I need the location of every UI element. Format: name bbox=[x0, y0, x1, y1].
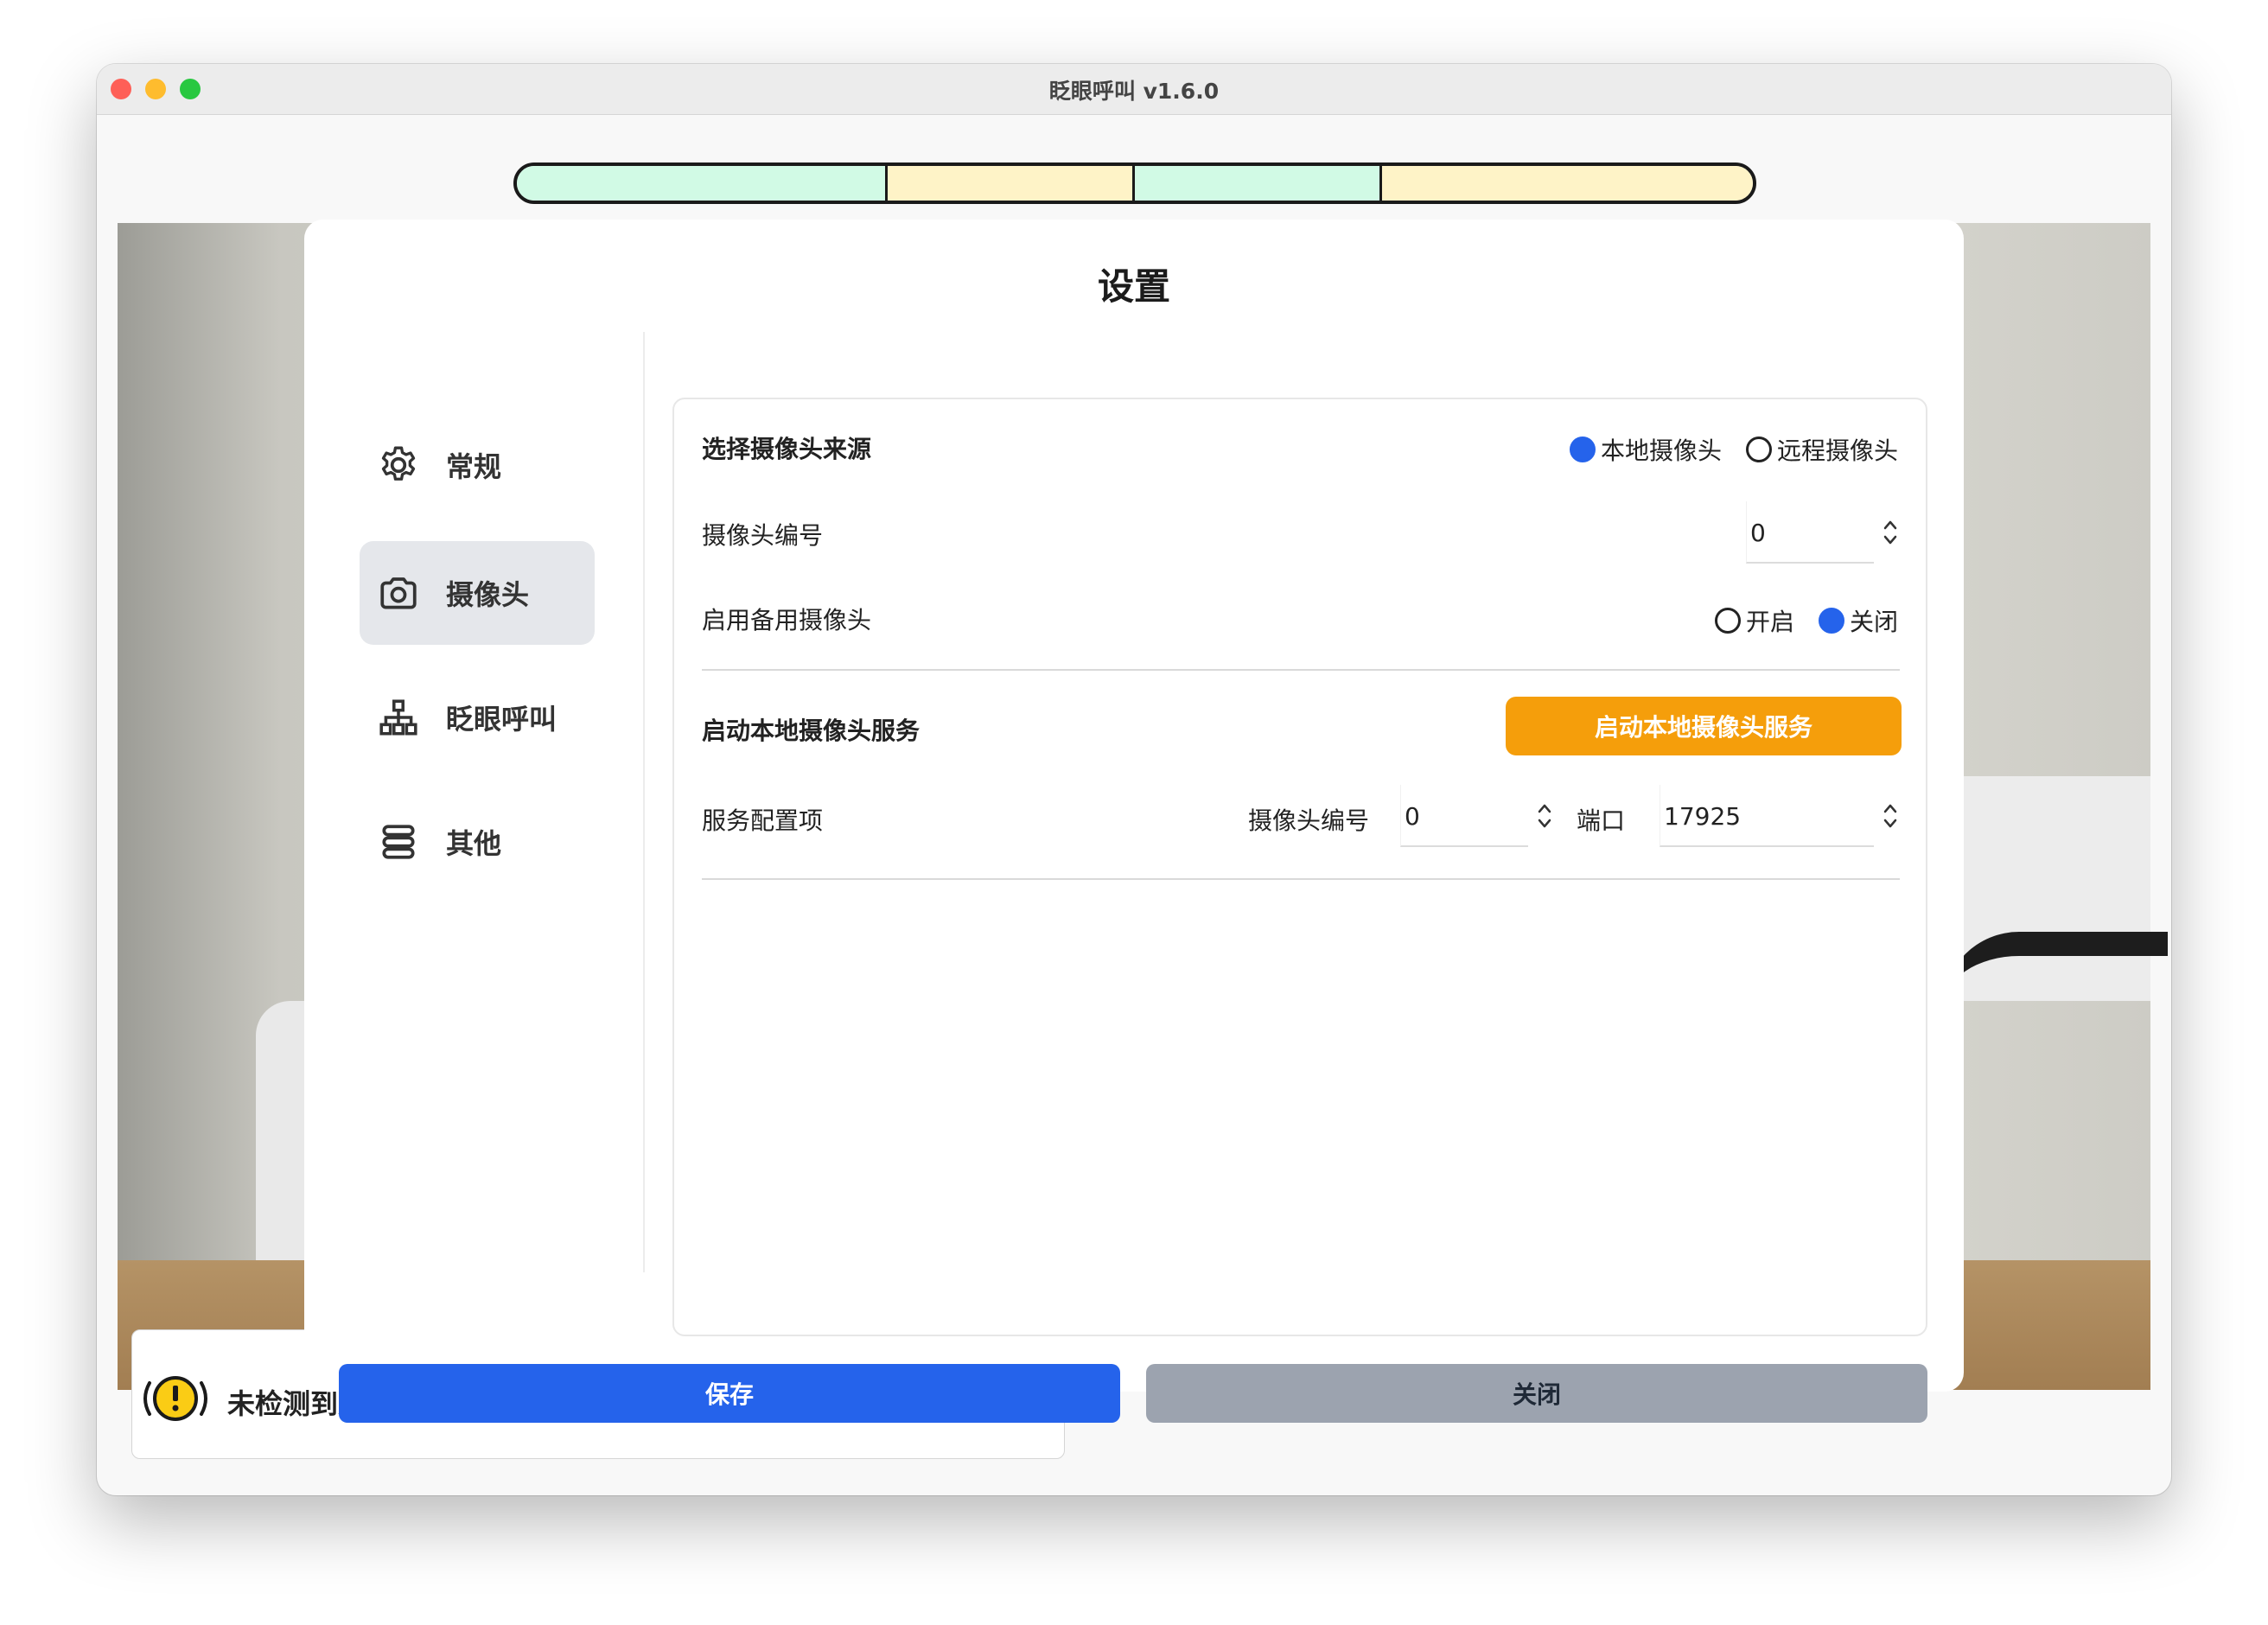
config-camera-index-value: 0 bbox=[1405, 802, 1420, 831]
section-divider bbox=[702, 878, 1900, 880]
start-camera-service-button[interactable]: 启动本地摄像头服务 bbox=[1506, 697, 1902, 755]
close-button[interactable]: 关闭 bbox=[1146, 1364, 1927, 1423]
camera-source-label: 选择摄像头来源 bbox=[702, 435, 872, 463]
backup-camera-label: 启用备用摄像头 bbox=[702, 606, 872, 634]
nav-item-label: 其他 bbox=[446, 827, 502, 860]
nav-item-label: 常规 bbox=[446, 450, 502, 483]
warning-circle-icon bbox=[143, 1376, 207, 1421]
radio-label: 远程摄像头 bbox=[1776, 437, 1898, 465]
config-port-value: 17925 bbox=[1664, 802, 1742, 831]
radio-unchecked-indicator bbox=[1745, 437, 1772, 462]
nav-item-label: 摄像头 bbox=[446, 578, 530, 611]
radio-local-camera[interactable]: 本地摄像头 bbox=[1569, 432, 1722, 467]
title-bar: 眨眼呼叫 v1.6.0 bbox=[97, 64, 2171, 115]
window-title: 眨眼呼叫 v1.6.0 bbox=[1048, 79, 1220, 104]
save-button[interactable]: 保存 bbox=[339, 1364, 1120, 1423]
radio-label: 开启 bbox=[1745, 608, 1794, 636]
gear-icon bbox=[381, 446, 416, 481]
nav-item-other[interactable]: 其他 bbox=[360, 790, 595, 894]
camera-source-radio-group: 本地摄像头 远程摄像头 bbox=[1545, 432, 1898, 467]
progress-segment bbox=[888, 166, 1135, 201]
radio-label: 关闭 bbox=[1849, 608, 1898, 636]
camera-index-label: 摄像头编号 bbox=[702, 521, 824, 550]
config-camera-index-input[interactable]: 0 bbox=[1400, 785, 1528, 847]
radio-unchecked-indicator bbox=[1714, 608, 1741, 634]
hierarchy-icon bbox=[379, 699, 417, 736]
config-index-spinner-icon[interactable] bbox=[1535, 799, 1554, 833]
radio-remote-camera[interactable]: 远程摄像头 bbox=[1745, 432, 1898, 467]
radio-label: 本地摄像头 bbox=[1600, 437, 1722, 465]
stack-icon bbox=[382, 825, 415, 859]
service-config-label: 服务配置项 bbox=[702, 806, 824, 835]
radio-backup-off[interactable]: 关闭 bbox=[1818, 603, 1898, 638]
radio-checked-indicator bbox=[1569, 437, 1596, 462]
radio-checked-indicator bbox=[1818, 608, 1844, 634]
nav-item-camera[interactable]: 摄像头 bbox=[360, 541, 595, 645]
progress-segment bbox=[1135, 166, 1382, 201]
config-port-input[interactable]: 17925 bbox=[1660, 785, 1874, 847]
camera-icon bbox=[380, 577, 417, 609]
camera-index-spinner-icon[interactable] bbox=[1881, 515, 1900, 550]
nav-item-general[interactable]: 常规 bbox=[360, 413, 595, 517]
progress-segment bbox=[517, 166, 888, 201]
config-port-spinner-icon[interactable] bbox=[1881, 799, 1900, 833]
progress-segment bbox=[1382, 166, 1753, 201]
nav-item-label: 眨眼呼叫 bbox=[446, 703, 557, 736]
app-window: 眨眼呼叫 v1.6.0 未检测到人脸 设置 常规 摄像头 眨眼呼叫 其他 选择摄… bbox=[97, 64, 2171, 1495]
config-camera-index-label: 摄像头编号 bbox=[1248, 806, 1370, 835]
camera-index-value: 0 bbox=[1750, 519, 1766, 547]
section-divider bbox=[702, 669, 1900, 671]
radio-backup-on[interactable]: 开启 bbox=[1714, 603, 1794, 638]
dialog-title: 设置 bbox=[1097, 265, 1170, 308]
nav-divider bbox=[643, 332, 645, 1272]
config-port-label: 端口 bbox=[1577, 806, 1626, 835]
camera-index-input[interactable]: 0 bbox=[1746, 501, 1874, 564]
nav-item-blink-call[interactable]: 眨眼呼叫 bbox=[360, 666, 595, 769]
service-section-label: 启动本地摄像头服务 bbox=[702, 717, 921, 745]
backup-camera-radio-group: 开启 关闭 bbox=[1691, 603, 1898, 638]
camera-settings-panel: 选择摄像头来源 本地摄像头 远程摄像头 摄像头编号 0 启用备用摄像头 开启 关… bbox=[672, 398, 1927, 1336]
settings-dialog: 设置 常规 摄像头 眨眼呼叫 其他 选择摄像头来源 本地摄像头 远程摄像头 摄像… bbox=[304, 220, 1964, 1423]
blink-progress-bar bbox=[513, 162, 1756, 204]
